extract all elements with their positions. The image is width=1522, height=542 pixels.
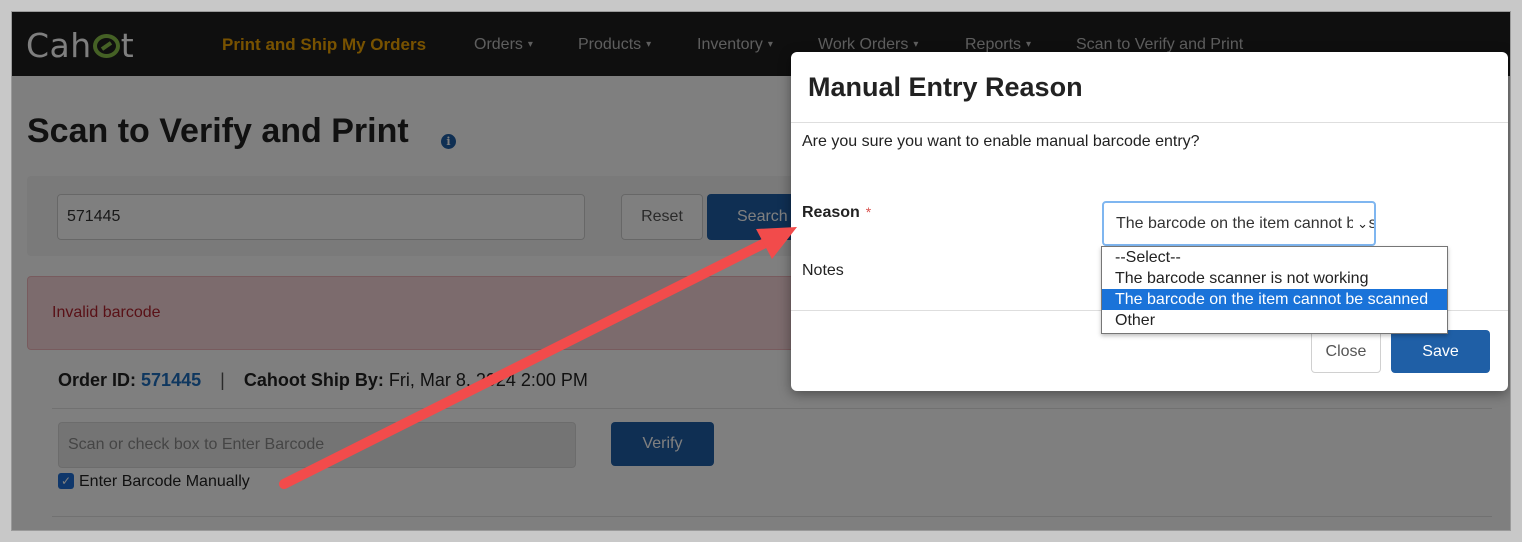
reason-label-text: Reason <box>802 204 860 221</box>
reason-dropdown-list: --Select-- The barcode scanner is not wo… <box>1101 246 1448 334</box>
reason-option-other[interactable]: Other <box>1102 310 1447 331</box>
close-button[interactable]: Close <box>1311 330 1381 373</box>
modal-title: Manual Entry Reason <box>808 72 1083 102</box>
save-button[interactable]: Save <box>1391 330 1490 373</box>
reason-label: Reason * <box>802 204 871 222</box>
reason-option-select[interactable]: --Select-- <box>1102 247 1447 268</box>
required-marker: * <box>865 204 872 220</box>
reason-select-value: The barcode on the item cannot be scanne… <box>1116 215 1376 232</box>
modal-divider <box>791 122 1508 123</box>
reason-option-scanner-not-working[interactable]: The barcode scanner is not working <box>1102 268 1447 289</box>
manual-entry-modal: Manual Entry Reason Are you sure you wan… <box>791 52 1508 391</box>
reason-select[interactable]: The barcode on the item cannot be scanne… <box>1102 201 1376 246</box>
reason-option-cannot-be-scanned[interactable]: The barcode on the item cannot be scanne… <box>1102 289 1447 310</box>
app-window: Caht Print and Ship My Orders Orders▾ Pr… <box>12 12 1510 530</box>
notes-label: Notes <box>802 262 844 279</box>
chevron-down-icon: ⌄ <box>1353 203 1368 244</box>
modal-question: Are you sure you want to enable manual b… <box>802 133 1200 150</box>
